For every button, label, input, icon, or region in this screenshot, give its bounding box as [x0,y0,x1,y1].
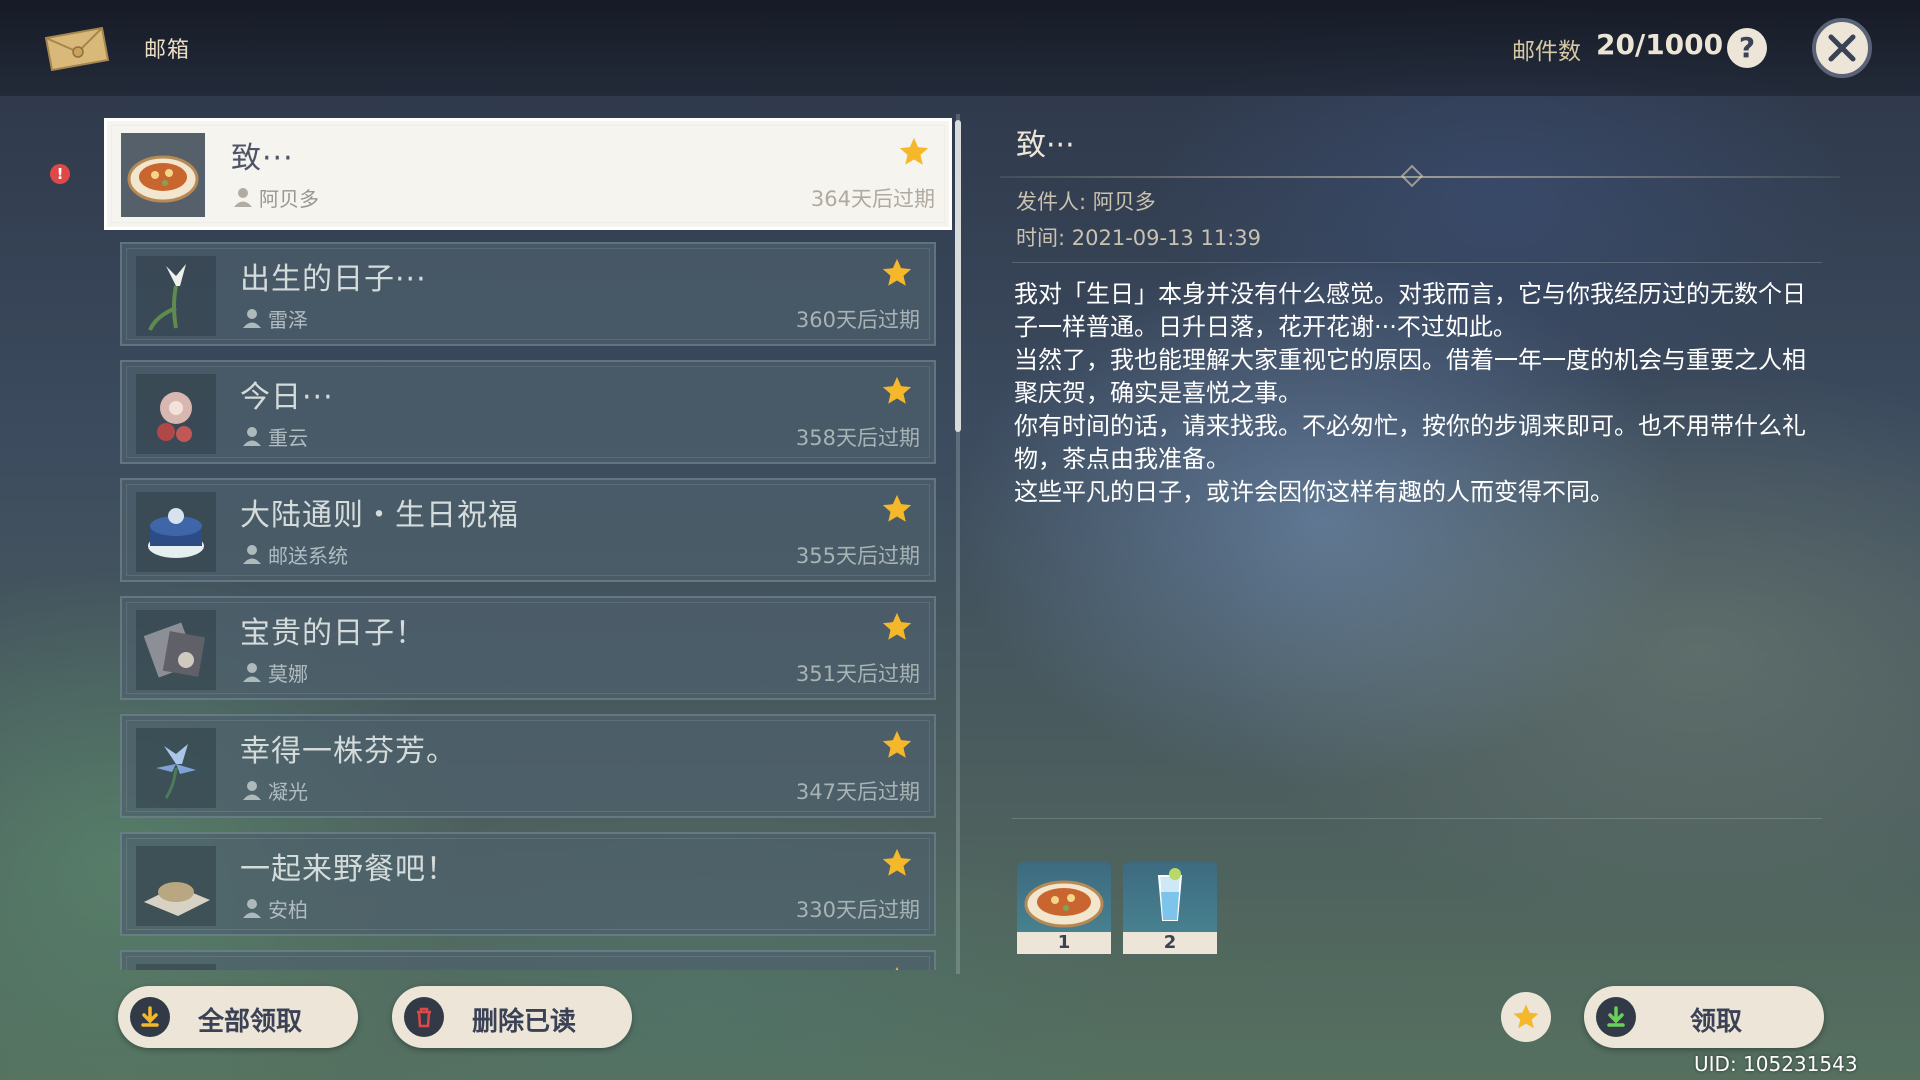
mail-item[interactable]: 大陆通则・生日祝福 邮送系统 355天后过期 [120,478,936,582]
star-button[interactable] [1501,992,1551,1042]
trash-icon [404,997,444,1037]
download-icon [130,997,170,1037]
glaze-lily-icon [156,744,196,799]
mail-paragraph: 你有时间的话，请来找我。不必匆忙，按你的步调来即可。也不用带什么礼物，茶点由我准… [1014,412,1806,473]
mail-thumbnail [121,133,205,217]
star-icon [882,258,912,286]
delete-read-button[interactable]: 删除已读 [392,986,632,1048]
mail-sender: 安柏 [268,898,308,922]
mail-count-label: 邮件数 [1512,39,1581,65]
help-button[interactable]: ? [1727,28,1767,68]
star-icon [1513,1004,1539,1029]
lily-icon [148,264,186,331]
attachment-qty: 1 [1017,932,1111,954]
person-icon [243,545,261,564]
mail-thumbnail [136,374,216,454]
mail-thumbnail [136,964,216,970]
mail-paragraph: 我对「生日」本身并没有什么感觉。对我而言，它与你我经历过的无数个日子一样普通。日… [1014,280,1806,341]
mail-expire: 330天后过期 [795,898,920,922]
mail-sender: 凝光 [268,780,308,804]
divider [1012,262,1822,263]
mail-expire: 360天后过期 [795,308,920,332]
mail-title: 一起来野餐吧！ [240,852,457,887]
attachment-item[interactable]: 1 [1017,862,1111,954]
mail-item[interactable]: 一起来野餐吧！ 安柏 330天后过期 [120,832,936,936]
mailbox-title: 邮箱 [144,38,191,63]
mail-thumbnail [136,492,216,572]
person-icon [243,781,261,800]
mail-paragraph: 这些平凡的日子，或许会因你这样有趣的人而变得不同。 [1014,478,1614,506]
cake-icon [148,508,204,558]
top-bar: 邮箱 邮件数 20/1000 ? [0,0,1920,96]
mail-expire: 347天后过期 [795,780,920,804]
mail-thumbnail [136,846,216,926]
claim-label: 领取 [1690,1007,1743,1037]
mail-expire: 351天后过期 [795,662,920,686]
star-icon [882,376,912,404]
download-icon [1596,997,1636,1037]
envelope-icon [44,26,110,72]
mail-item[interactable]: 出生的日子··· 雷泽 360天后过期 [120,242,936,346]
mail-sender: 重云 [268,426,308,450]
person-icon [243,663,261,682]
mail-sender: 阿贝多 [259,187,319,211]
mail-sender: 邮送系统 [268,544,348,568]
mail-title: 今日··· [240,380,334,415]
mail-body: 我对「生日」本身并没有什么感觉。对我而言，它与你我经历过的无数个日子一样普通。日… [1014,278,1814,509]
claim-all-button[interactable]: 全部领取 [118,986,358,1048]
scrollbar-thumb[interactable] [955,120,961,432]
claim-button[interactable]: 领取 [1584,986,1824,1048]
mail-item[interactable]: 幸得一株芬芳。 凝光 347天后过期 [120,714,936,818]
attachment-qty: 2 [1123,932,1217,954]
mail-title: 出生的日子··· [240,262,427,297]
picnic-icon [144,882,210,916]
mail-title: 幸得一株芬芳。 [240,734,457,769]
dish-icon [127,155,199,203]
person-icon [243,309,261,328]
film-icon [143,622,206,678]
mail-thumbnail [136,256,216,336]
claim-all-label: 全部领取 [198,1007,303,1037]
mail-title: 宝贵的日子！ [240,616,426,651]
question-icon: ? [1738,31,1756,64]
star-icon [882,848,912,876]
mail-item[interactable]: 宝贵的日子！ 莫娜 351天后过期 [120,596,936,700]
star-icon [882,494,912,522]
mail-thumbnail [136,610,216,690]
mail-expire: 358天后过期 [795,426,920,450]
mail-item[interactable]: 今日··· 重云 358天后过期 [120,360,936,464]
mail-expire: 355天后过期 [795,544,920,568]
star-icon [882,612,912,640]
mail-title: 大陆通则・生日祝福 [240,498,519,533]
alert-icon: ! [50,164,70,184]
mail-item-partial[interactable] [120,950,936,970]
divider [1012,818,1822,819]
mail-thumbnail [136,728,216,808]
person-icon [243,899,261,918]
mail-title: 致··· [231,141,294,176]
uid-label: UID: 105231543 [1694,1052,1858,1076]
person-icon [243,427,261,446]
person-icon [234,188,252,207]
star-icon [895,966,899,970]
mail-paragraph: 当然了，我也能理解大家重视它的原因。借着一年一度的机会与重要之人相聚庆贺，确实是… [1014,346,1806,407]
attachment-item[interactable]: 2 [1123,862,1217,954]
detail-title: 致··· [1016,128,1075,163]
mail-sender: 雷泽 [268,308,308,332]
star-icon [899,137,929,165]
mail-list: 致··· 阿贝多 364天后过期 出生的日子··· 雷泽 360天后过期 今日·… [100,114,960,970]
mail-item[interactable]: 致··· 阿贝多 364天后过期 [104,118,952,230]
delete-read-label: 删除已读 [472,1007,577,1037]
detail-time: 时间: 2021-09-13 11:39 [1016,226,1261,250]
close-icon [1828,34,1856,62]
close-button[interactable] [1812,18,1872,78]
drink-icon [1157,868,1183,921]
star-icon [882,730,912,758]
dish-icon [1024,880,1104,928]
mail-sender: 莫娜 [268,662,308,686]
detail-sender: 发件人: 阿贝多 [1016,190,1156,214]
mail-count-value: 20/1000 [1596,28,1724,61]
mail-expire: 364天后过期 [810,187,935,211]
flower-icon [157,392,192,442]
